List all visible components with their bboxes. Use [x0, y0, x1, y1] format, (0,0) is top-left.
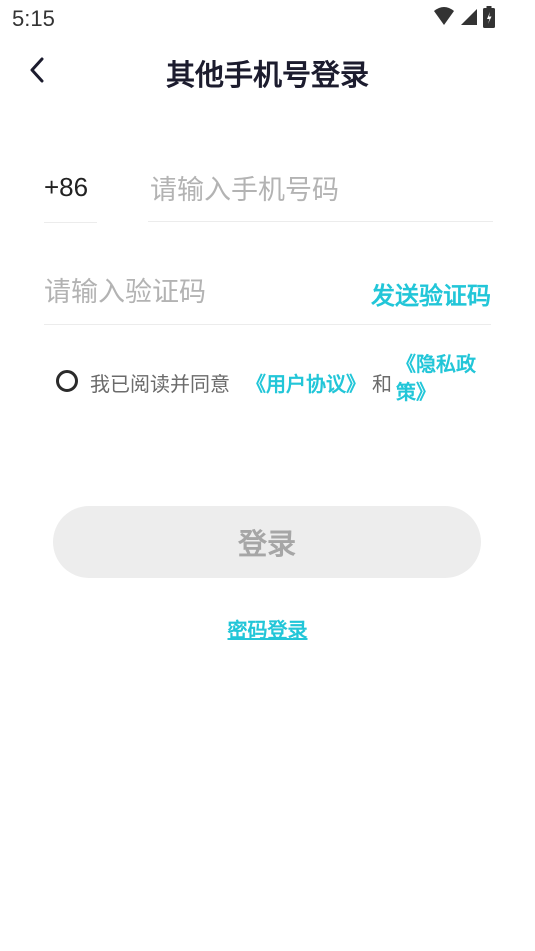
- phone-input[interactable]: [148, 160, 493, 222]
- code-row: 发送验证码: [44, 262, 491, 325]
- phone-row: +86: [44, 160, 493, 223]
- country-code: +86: [44, 172, 89, 202]
- agreement-and: 和: [372, 372, 392, 396]
- country-code-selector[interactable]: +86: [44, 160, 97, 223]
- privacy-policy-link[interactable]: 《隐私政策》: [396, 350, 492, 406]
- login-button[interactable]: 登录: [53, 506, 481, 578]
- wifi-icon: [433, 7, 455, 31]
- agreement-checkbox[interactable]: [56, 370, 78, 392]
- signal-icon: [459, 7, 479, 31]
- code-input[interactable]: [44, 262, 344, 322]
- agreement-row: 我已阅读并同意 《用户协议》 和 《隐私政策》: [56, 350, 496, 420]
- status-bar: 5:15: [0, 0, 535, 40]
- user-agreement-link[interactable]: 《用户协议》: [246, 368, 366, 397]
- password-login-link[interactable]: 密码登录: [0, 614, 535, 643]
- battery-icon: [483, 6, 495, 32]
- page-title: 其他手机号登录: [165, 58, 369, 92]
- agreement-prefix: 我已阅读并同意: [90, 372, 230, 396]
- status-icons: [433, 6, 495, 32]
- nav-bar: 其他手机号登录: [0, 44, 535, 100]
- send-code-button[interactable]: 发送验证码: [371, 276, 491, 311]
- status-time: 5:15: [12, 6, 55, 31]
